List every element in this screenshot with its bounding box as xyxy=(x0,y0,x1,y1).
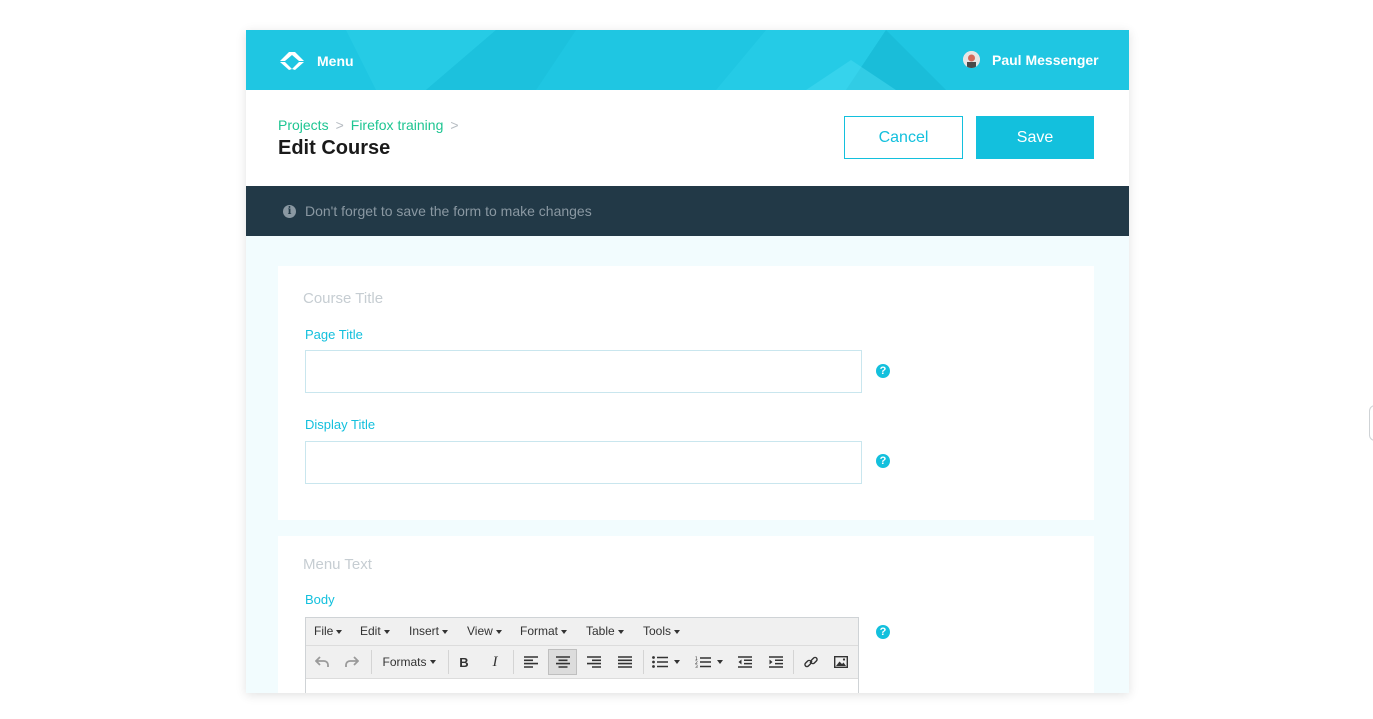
italic-icon[interactable]: I xyxy=(484,649,506,675)
toolbar-divider xyxy=(643,650,644,674)
breadcrumb-link-firefox-training[interactable]: Firefox training xyxy=(351,117,444,133)
side-panel-handle[interactable] xyxy=(1369,405,1373,441)
editor-menu-file[interactable]: File xyxy=(314,624,343,638)
display-title-input[interactable] xyxy=(305,441,862,484)
breadcrumb-separator: > xyxy=(450,117,459,133)
editor-menu-table[interactable]: Table xyxy=(586,624,624,638)
editor-menubar: File Edit Insert View Format Table Tools xyxy=(306,618,858,646)
save-button[interactable]: Save xyxy=(976,116,1094,159)
numbered-list-icon[interactable]: 123 xyxy=(690,649,728,675)
menu-text-card: Menu Text Body ? File Edit Insert View F… xyxy=(278,536,1094,693)
caret-down-icon xyxy=(674,629,681,634)
caret-down-icon xyxy=(674,660,680,664)
toolbar-divider xyxy=(513,650,514,674)
avatar[interactable] xyxy=(963,51,980,68)
image-icon[interactable] xyxy=(828,649,854,675)
formats-dropdown[interactable]: Formats xyxy=(377,649,441,675)
align-justify-icon[interactable] xyxy=(612,649,638,675)
breadcrumb-separator: > xyxy=(335,117,344,133)
caret-down-icon xyxy=(617,629,624,634)
toolbar-divider xyxy=(371,650,372,674)
editor-menu-insert[interactable]: Insert xyxy=(409,624,449,638)
caret-down-icon xyxy=(561,629,568,634)
help-icon[interactable]: ? xyxy=(876,625,890,639)
caret-down-icon xyxy=(495,629,502,634)
align-right-icon[interactable] xyxy=(581,649,607,675)
help-icon[interactable]: ? xyxy=(876,454,890,468)
toolbar-divider xyxy=(793,650,794,674)
diamond-logo-icon[interactable] xyxy=(280,52,304,70)
editor-content-area[interactable] xyxy=(306,680,858,693)
undo-icon[interactable] xyxy=(311,649,333,675)
notice-banner: i Don't forget to save the form to make … xyxy=(246,186,1129,236)
caret-down-icon xyxy=(717,660,723,664)
caret-down-icon xyxy=(429,660,436,664)
redo-icon[interactable] xyxy=(341,649,363,675)
indent-icon[interactable] xyxy=(763,649,789,675)
info-icon: i xyxy=(283,205,296,218)
editor-toolbar: Formats B I 1 2 3 xyxy=(306,646,858,679)
outdent-icon[interactable] xyxy=(732,649,758,675)
display-title-label: Display Title xyxy=(305,417,376,432)
body-label: Body xyxy=(305,592,335,607)
editor-menu-format[interactable]: Format xyxy=(520,624,568,638)
editor-menu-edit[interactable]: Edit xyxy=(360,624,390,638)
caret-down-icon xyxy=(336,629,343,634)
toolbar-divider xyxy=(448,650,449,674)
section-title: Course Title xyxy=(303,290,384,307)
notice-text: Don't forget to save the form to make ch… xyxy=(305,203,592,219)
breadcrumb-link-projects[interactable]: Projects xyxy=(278,117,329,133)
page-title: Edit Course xyxy=(278,137,391,159)
bullet-list-icon[interactable] xyxy=(648,649,684,675)
page-title-input[interactable] xyxy=(305,350,862,393)
bold-icon[interactable]: B xyxy=(453,649,475,675)
editor-menu-tools[interactable]: Tools xyxy=(643,624,681,638)
caret-down-icon xyxy=(442,629,449,634)
caret-down-icon xyxy=(383,629,390,634)
svg-text:3: 3 xyxy=(695,664,698,668)
help-icon[interactable]: ? xyxy=(876,364,890,378)
page-title-label: Page Title xyxy=(305,327,363,342)
rich-text-editor: File Edit Insert View Format Table Tools xyxy=(305,617,859,693)
align-left-icon[interactable] xyxy=(518,649,544,675)
link-icon[interactable] xyxy=(798,649,824,675)
top-navigation-bar: Menu Paul Messenger xyxy=(246,30,1129,90)
course-title-card: Course Title Page Title ? Display Title … xyxy=(278,266,1094,520)
breadcrumb: Projects > Firefox training > xyxy=(278,117,466,133)
menu-button[interactable]: Menu xyxy=(317,53,354,69)
user-name[interactable]: Paul Messenger xyxy=(992,52,1099,68)
editor-menu-view[interactable]: View xyxy=(467,624,502,638)
align-center-icon[interactable] xyxy=(548,649,577,675)
page-header: Projects > Firefox training > Edit Course C… xyxy=(246,90,1129,186)
section-title: Menu Text xyxy=(303,556,372,573)
form-content: Course Title Page Title ? Display Title … xyxy=(246,236,1129,693)
app-window: Menu Paul Messenger Projects > Firefox tra… xyxy=(246,30,1129,693)
cancel-button[interactable]: Cancel xyxy=(844,116,963,159)
